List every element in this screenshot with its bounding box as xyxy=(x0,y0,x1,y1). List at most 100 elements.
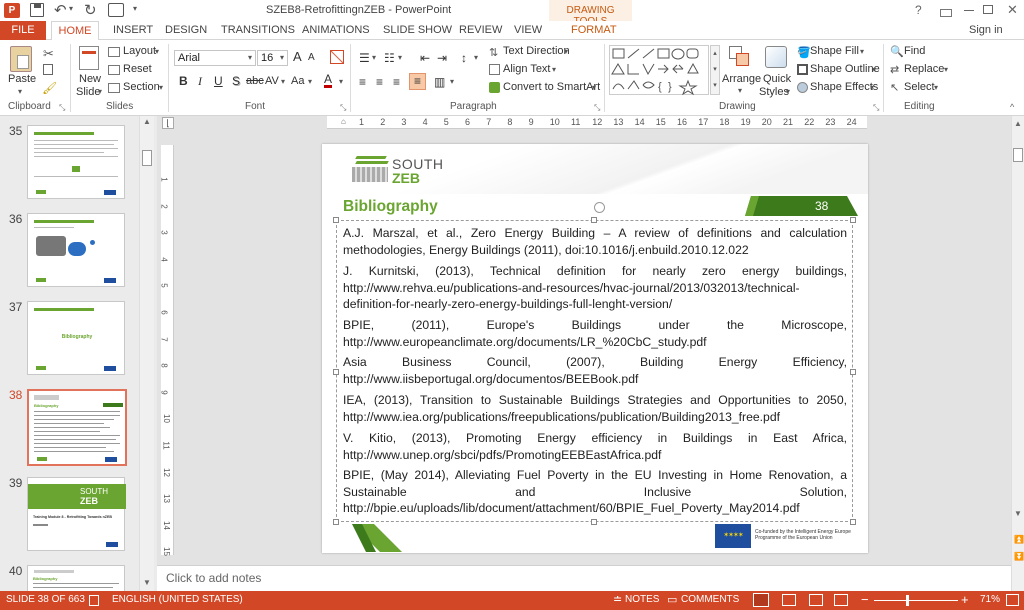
shape-outline-dropdown-icon[interactable]: ▾ xyxy=(872,65,876,74)
new-slide-button[interactable]: New xyxy=(79,73,101,85)
arrange-button[interactable]: Arrange xyxy=(722,73,761,85)
notes-pane[interactable]: Click to add notes xyxy=(157,565,1011,591)
normal-view-icon[interactable] xyxy=(753,593,769,607)
sign-in-link[interactable]: Sign in xyxy=(969,24,1003,36)
align-text-button[interactable]: Align Text xyxy=(503,63,551,75)
text-direction-icon[interactable]: ⇅ xyxy=(489,46,498,59)
language-indicator[interactable]: ENGLISH (UNITED STATES) xyxy=(112,594,243,605)
thumbnail-slide-38[interactable]: Bibliography xyxy=(27,389,127,466)
close-icon[interactable]: ✕ xyxy=(1007,2,1018,18)
tab-stop-selector-icon[interactable]: ⌊ xyxy=(162,117,174,129)
paste-button[interactable]: Paste xyxy=(8,73,36,85)
cut-icon[interactable]: ✂ xyxy=(43,46,54,62)
slide-scrollbar[interactable]: ▲ ▼ ⏫ ⏬ xyxy=(1011,116,1024,591)
bullets-dropdown-icon[interactable]: ▾ xyxy=(372,53,376,62)
tab-format[interactable]: FORMAT xyxy=(571,24,617,36)
smartart-dropdown-icon[interactable]: ▾ xyxy=(592,83,596,92)
format-painter-icon[interactable]: 🖌 xyxy=(42,81,57,95)
resize-handle[interactable] xyxy=(591,217,597,223)
resize-handle[interactable] xyxy=(850,369,856,375)
collapse-ribbon-icon[interactable]: ^ xyxy=(1010,102,1014,112)
bibliography-entry[interactable]: A.J. Marszal, et al., Zero Energy Buildi… xyxy=(343,225,847,258)
layout-button[interactable]: Layout xyxy=(123,45,156,57)
fit-slide-icon[interactable] xyxy=(1006,594,1019,606)
font-color-dropdown-icon[interactable]: ▾ xyxy=(339,77,343,86)
underline-button[interactable]: U xyxy=(214,74,223,88)
previous-slide-icon[interactable]: ⏫ xyxy=(1014,535,1024,544)
columns-dropdown-icon[interactable]: ▾ xyxy=(450,77,454,86)
replace-icon[interactable]: ⇄ xyxy=(890,63,899,76)
slide-canvas[interactable]: SOUTH ZEB Bibliography 38 A.J. Marszal, … xyxy=(322,144,868,553)
vertical-ruler[interactable]: 1 2 3 4 5 6 7 8 9 10 11 12 13 14 15 xyxy=(160,145,174,556)
redo-icon[interactable]: ↻ xyxy=(84,1,97,19)
shapes-gallery[interactable]: { } xyxy=(609,45,709,96)
select-icon[interactable]: ↖ xyxy=(890,81,899,94)
smartart-icon[interactable] xyxy=(489,82,500,93)
zoom-slider-handle[interactable] xyxy=(906,595,909,606)
tab-insert[interactable]: INSERT xyxy=(113,24,153,36)
section-button[interactable]: Section xyxy=(123,81,160,93)
resize-handle[interactable] xyxy=(850,217,856,223)
find-icon[interactable]: 🔍 xyxy=(890,45,904,58)
tab-home[interactable]: HOME xyxy=(51,21,99,41)
zoom-out-icon[interactable]: − xyxy=(861,592,869,607)
tab-view[interactable]: VIEW xyxy=(514,24,542,36)
bibliography-entry[interactable]: IEA, (2013), Transition to Sustainable B… xyxy=(343,392,847,425)
line-spacing-dropdown-icon[interactable]: ▾ xyxy=(474,53,478,62)
new-slide-dropdown-icon[interactable]: ▾ xyxy=(98,87,102,96)
replace-button[interactable]: Replace xyxy=(904,63,944,75)
quick-styles-icon[interactable] xyxy=(765,46,787,68)
shape-fill-button[interactable]: Shape Fill xyxy=(810,45,859,57)
quick-styles-button-line2[interactable]: Styles xyxy=(759,86,789,98)
section-icon[interactable] xyxy=(108,83,120,93)
change-case-button[interactable]: Aa xyxy=(291,75,304,87)
rotate-handle-icon[interactable] xyxy=(594,202,605,213)
comments-icon[interactable]: ▭ xyxy=(667,593,677,606)
line-spacing-icon[interactable]: ↕ xyxy=(461,51,467,65)
bibliography-entry[interactable]: Asia Business Council, (2007), Building … xyxy=(343,354,847,387)
change-case-dropdown-icon[interactable]: ▾ xyxy=(308,77,312,86)
font-size-select[interactable]: 16 ▾ xyxy=(257,50,288,66)
tab-file[interactable]: FILE xyxy=(0,21,46,40)
slideshow-view-icon[interactable] xyxy=(834,594,848,606)
notes-icon[interactable]: ≐ xyxy=(613,593,622,606)
slide-thumbnails-pane[interactable]: 35 36 37 Bibliography 38 Bibliography 39… xyxy=(0,116,157,591)
spelling-icon[interactable] xyxy=(89,595,99,606)
copy-icon[interactable] xyxy=(43,64,53,75)
resize-handle[interactable] xyxy=(850,519,856,525)
shape-effects-icon[interactable] xyxy=(797,82,808,93)
paste-dropdown-icon[interactable]: ▾ xyxy=(18,87,22,96)
shape-effects-dropdown-icon[interactable]: ▾ xyxy=(870,83,874,92)
text-direction-button[interactable]: Text Direction xyxy=(503,45,570,57)
replace-dropdown-icon[interactable]: ▾ xyxy=(944,65,948,74)
indent-marker-icon[interactable]: ⌂ xyxy=(341,117,346,126)
decrease-indent-icon[interactable]: ⇤ xyxy=(420,51,430,65)
thumbnail-slide-39[interactable]: SOUTH ZEB Training Module 8 - Retrofitti… xyxy=(27,477,126,551)
notes-placeholder[interactable]: Click to add notes xyxy=(166,571,261,585)
next-slide-icon[interactable]: ⏬ xyxy=(1014,552,1024,561)
bibliography-entry[interactable]: V. Kitio, (2013), Promoting Energy effic… xyxy=(343,430,847,463)
tab-slide-show[interactable]: SLIDE SHOW xyxy=(383,24,452,36)
font-launcher-icon[interactable]: ⤡ xyxy=(340,103,346,113)
reset-button[interactable]: Reset xyxy=(123,63,152,75)
paste-icon[interactable] xyxy=(10,46,32,72)
undo-dropdown-icon[interactable]: ▾ xyxy=(69,4,73,13)
save-icon[interactable] xyxy=(30,3,44,17)
arrange-dropdown-icon[interactable]: ▾ xyxy=(738,86,742,95)
italic-button[interactable]: I xyxy=(198,74,202,89)
slide-title[interactable]: Bibliography xyxy=(343,198,438,216)
undo-icon[interactable]: ↶ xyxy=(54,1,67,19)
thumbnail-slide-36[interactable] xyxy=(27,213,125,287)
minimize-icon[interactable] xyxy=(964,10,974,11)
justify-icon[interactable]: ≡ xyxy=(409,73,426,90)
scroll-down-icon[interactable]: ▼ xyxy=(143,578,151,587)
bibliography-entry[interactable]: J. Kurnitski, (2013), Technical definiti… xyxy=(343,263,847,313)
tab-transitions[interactable]: TRANSITIONS xyxy=(221,24,295,36)
shrink-font-icon[interactable]: A xyxy=(308,52,315,63)
strikethrough-button[interactable]: abc xyxy=(246,75,264,87)
clear-formatting-icon[interactable] xyxy=(330,50,344,64)
arrange-icon[interactable] xyxy=(729,46,751,68)
resize-handle[interactable] xyxy=(333,369,339,375)
shapes-gallery-scroll[interactable]: ▴ ▾ ▾ xyxy=(710,45,720,95)
layout-dropdown-icon[interactable]: ▾ xyxy=(155,47,159,56)
